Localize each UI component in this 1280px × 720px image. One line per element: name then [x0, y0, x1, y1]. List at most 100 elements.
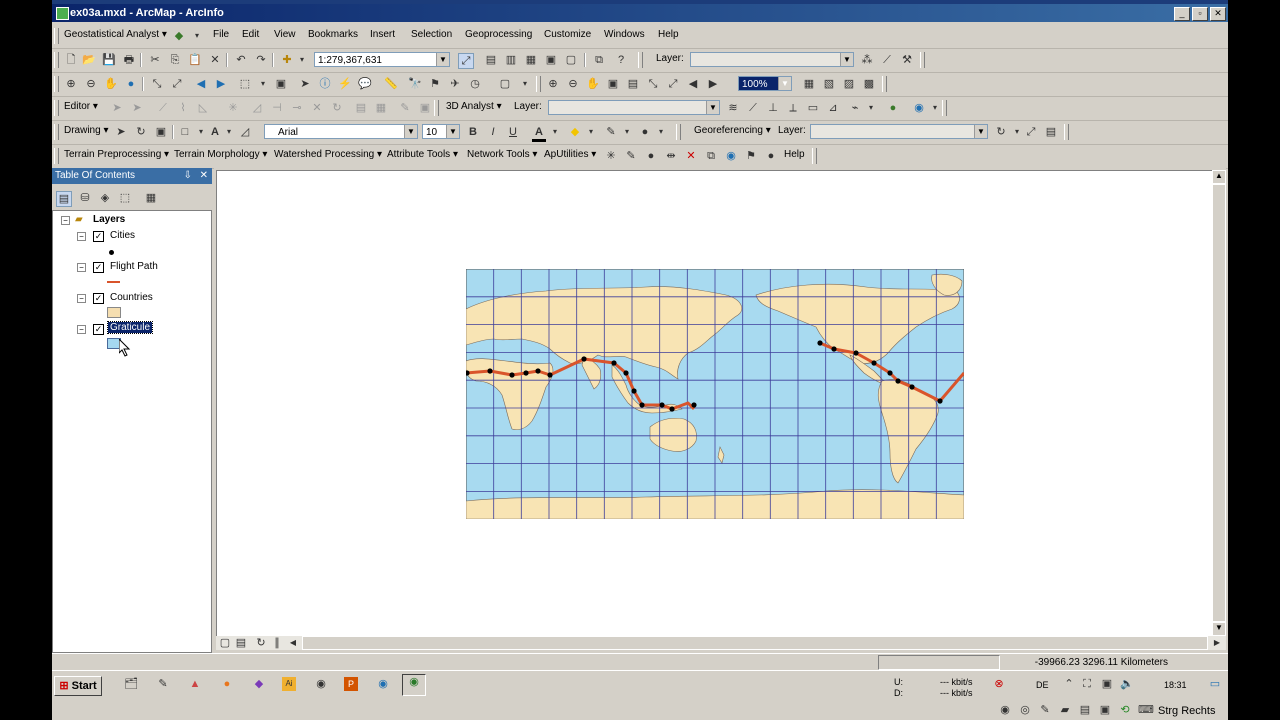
- layout-forward-icon[interactable]: ▶: [706, 77, 720, 91]
- line-color-dropdown-icon[interactable]: ▾: [620, 125, 634, 139]
- menu-help[interactable]: Help: [658, 29, 679, 40]
- paste-icon[interactable]: 📋: [188, 53, 202, 67]
- collapse-icon[interactable]: −: [77, 294, 86, 303]
- open-folder-icon[interactable]: 📂: [82, 53, 96, 67]
- add-data-dropdown-icon[interactable]: ▾: [295, 53, 309, 67]
- matlab-taskbar-icon[interactable]: ▲: [188, 677, 202, 691]
- text-dropdown-icon[interactable]: ▾: [222, 125, 236, 139]
- new-text-icon[interactable]: A: [208, 125, 222, 139]
- barrier-icon[interactable]: ●: [764, 149, 778, 163]
- select-elements-icon[interactable]: ➤: [114, 125, 128, 139]
- toggle-draft-mode-icon[interactable]: ▦: [802, 77, 816, 91]
- search-window-icon[interactable]: ▦: [524, 53, 538, 67]
- select-features-icon[interactable]: ⬚: [238, 77, 252, 91]
- georef-rotate-dropdown-icon[interactable]: ▾: [1010, 125, 1024, 139]
- forward-extent-icon[interactable]: ▶: [214, 77, 228, 91]
- arcglobe-icon[interactable]: ◉: [912, 101, 926, 115]
- menu-bookmarks[interactable]: Bookmarks: [308, 29, 358, 40]
- cut-icon[interactable]: ✂: [148, 53, 162, 67]
- toolbar-grip[interactable]: [54, 28, 59, 44]
- copy-icon[interactable]: ⎘: [168, 53, 182, 67]
- toolbar-grip[interactable]: [54, 76, 59, 92]
- catalog-window-icon[interactable]: ▥: [504, 53, 518, 67]
- chevron-down-icon[interactable]: ▼: [436, 53, 449, 66]
- zoom-out-icon[interactable]: ⊖: [84, 77, 98, 91]
- marker-color-dropdown-icon[interactable]: ▾: [654, 125, 668, 139]
- interpolate-point-icon[interactable]: ⊥: [766, 101, 780, 115]
- interpolate-line-icon[interactable]: ⟂: [786, 101, 800, 115]
- back-extent-icon[interactable]: ◀: [194, 77, 208, 91]
- add-control-points-icon[interactable]: ⤢: [1024, 125, 1038, 139]
- title-bar[interactable]: ex03a.mxd - ArcMap - ArcInfo _ ▫ ✕: [52, 0, 1228, 22]
- edit-sketch-icon[interactable]: ✎: [398, 101, 412, 115]
- acrobat-taskbar-icon[interactable]: ◉: [314, 677, 328, 691]
- fixed-layout-zoom-in-icon[interactable]: ⤡: [646, 77, 660, 91]
- vm-optical-icon[interactable]: ◎: [1018, 703, 1032, 717]
- language-indicator[interactable]: DE: [1036, 680, 1049, 690]
- flag-icon[interactable]: ⚑: [744, 149, 758, 163]
- identify-icon[interactable]: ⓘ: [318, 77, 332, 91]
- create-features-icon[interactable]: ▣: [418, 101, 432, 115]
- drawing-menu[interactable]: Drawing ▾: [64, 125, 108, 136]
- map-scale-combo[interactable]: 1:279,367,631 ▼: [314, 52, 450, 67]
- editor-menu[interactable]: Editor ▾: [64, 101, 98, 112]
- save-icon[interactable]: 💾: [102, 53, 116, 67]
- globe-icon[interactable]: ◉: [724, 149, 738, 163]
- layout-zoom-combo[interactable]: 100% ▼: [738, 76, 792, 91]
- point-delineation-icon[interactable]: ✎: [624, 149, 638, 163]
- delete-icon[interactable]: ✕: [208, 53, 222, 67]
- toolbar-grip[interactable]: [638, 52, 643, 68]
- italic-button[interactable]: I: [486, 125, 500, 139]
- chevron-down-icon[interactable]: ▼: [974, 125, 987, 138]
- edit-vertices-icon[interactable]: ◿: [238, 125, 252, 139]
- vertices-icon[interactable]: ✳: [226, 101, 240, 115]
- find-binoculars-icon[interactable]: 🔭: [408, 77, 422, 91]
- notepad-taskbar-icon[interactable]: ✎: [156, 677, 170, 691]
- arcmap-taskbar-button[interactable]: ◉: [402, 674, 426, 696]
- layer-countries[interactable]: Countries: [110, 292, 153, 303]
- globe-dropdown-icon[interactable]: ▾: [928, 101, 942, 115]
- fixed-zoom-out-icon[interactable]: ⤢: [170, 77, 184, 91]
- chevron-down-icon[interactable]: ▼: [446, 125, 459, 138]
- reshape-icon[interactable]: ◿: [250, 101, 264, 115]
- edit-tool-icon[interactable]: ➤: [110, 101, 124, 115]
- collapse-icon[interactable]: −: [77, 232, 86, 241]
- adjust-link-icon[interactable]: ⟋: [880, 53, 894, 67]
- font-size-combo[interactable]: 10 ▼: [422, 124, 460, 139]
- menu-selection[interactable]: Selection: [411, 29, 452, 40]
- scroll-down-arrow-icon[interactable]: ▼: [1212, 622, 1226, 636]
- chevron-down-icon[interactable]: ▼: [706, 101, 719, 114]
- model-builder-icon[interactable]: ⧉: [592, 53, 606, 67]
- menu-insert[interactable]: Insert: [370, 29, 395, 40]
- countries-fill-symbol[interactable]: [107, 307, 121, 318]
- georef-rotate-icon[interactable]: ↻: [994, 125, 1008, 139]
- new-document-icon[interactable]: 🗋: [64, 53, 78, 67]
- start-button[interactable]: ⊞ Start: [54, 676, 102, 696]
- trace-icon[interactable]: ⌇: [176, 101, 190, 115]
- rectangle-icon[interactable]: □: [178, 125, 192, 139]
- layer-graticule[interactable]: Graticule: [106, 321, 154, 334]
- layer-cities[interactable]: Cities: [110, 230, 135, 241]
- pin-icon[interactable]: ⇩: [184, 168, 192, 184]
- flight-path-line-symbol[interactable]: [107, 281, 120, 283]
- python-window-icon[interactable]: ▢: [564, 53, 578, 67]
- menu-view[interactable]: View: [274, 29, 296, 40]
- scroll-right-arrow-icon[interactable]: ▶: [1210, 636, 1224, 650]
- list-by-source-icon[interactable]: ⛁: [78, 191, 92, 205]
- list-by-visibility-icon[interactable]: ◈: [98, 191, 112, 205]
- powerpoint-taskbar-icon[interactable]: P: [344, 677, 358, 691]
- close-button[interactable]: ✕: [1210, 7, 1226, 21]
- list-by-selection-icon[interactable]: ⬚: [118, 191, 132, 205]
- layout-page[interactable]: [216, 170, 1214, 638]
- terrain-morphology-menu[interactable]: Terrain Morphology ▾: [174, 149, 267, 160]
- layers-root[interactable]: Layers: [93, 214, 125, 225]
- pause-drawing-icon[interactable]: ∥: [270, 636, 284, 650]
- vertical-scrollbar[interactable]: ▲ ▼: [1212, 170, 1226, 636]
- steepest-path-icon[interactable]: ⟋: [746, 101, 760, 115]
- scroll-up-arrow-icon[interactable]: ▲: [1212, 170, 1226, 184]
- bold-button[interactable]: B: [466, 125, 480, 139]
- font-color-button[interactable]: A: [532, 125, 546, 142]
- vm-network-icon[interactable]: ▤: [1078, 703, 1092, 717]
- georeferencing-menu[interactable]: Georeferencing ▾: [694, 125, 771, 136]
- zoom-in-icon[interactable]: ⊕: [64, 77, 78, 91]
